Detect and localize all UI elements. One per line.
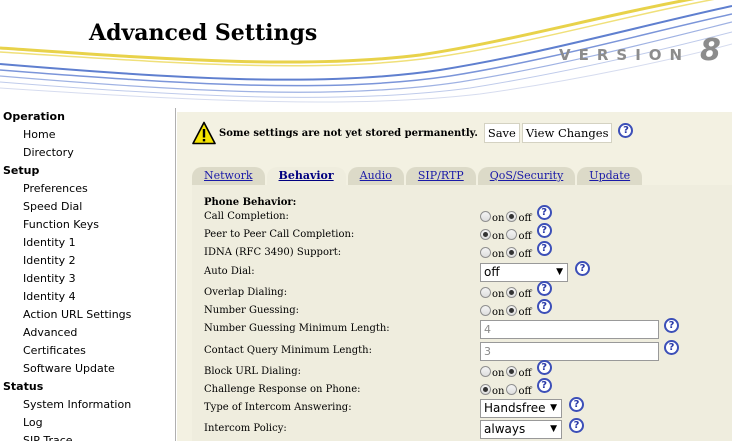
setting-row: IDNA (RFC 3490) Support: on off ?	[204, 241, 732, 263]
auto-dial-select[interactable]: off ▼	[480, 263, 568, 282]
setting-row: Number Guessing: on off ?	[204, 299, 732, 319]
tab-audio[interactable]: Audio	[347, 167, 404, 185]
nav-item-advanced[interactable]: Advanced	[0, 324, 175, 342]
contact-query-min-length-input[interactable]: 3	[480, 342, 659, 361]
nav-item-certificates[interactable]: Certificates	[0, 342, 175, 360]
setting-row: Type of Intercom Answering: Handsfree ▼ ?	[204, 397, 732, 419]
help-icon[interactable]: ?	[536, 205, 552, 220]
call-completion-on-radio[interactable]	[480, 211, 491, 222]
intercom-answering-select[interactable]: Handsfree ▼	[480, 399, 562, 418]
tab-network[interactable]: Network	[192, 167, 265, 185]
nav-item-identity-3[interactable]: Identity 3	[0, 270, 175, 288]
page-title: Advanced Settings	[89, 20, 318, 46]
view-changes-button[interactable]: View Changes	[521, 123, 613, 143]
setting-row: Auto Dial: off ▼ ?	[204, 261, 732, 283]
help-icon[interactable]: ?	[618, 122, 634, 138]
help-icon[interactable]: ?	[664, 340, 679, 355]
tab-qos-security[interactable]: QoS/Security	[477, 167, 576, 185]
version-label: VERSION	[559, 46, 691, 64]
help-icon[interactable]: ?	[536, 378, 552, 393]
header: Advanced Settings VERSION 8	[0, 0, 732, 105]
nav-item-software-update[interactable]: Software Update	[0, 360, 175, 378]
setting-label: Overlap Dialing:	[204, 287, 288, 298]
sidebar-nav: Operation Home Directory Setup Preferenc…	[0, 108, 176, 441]
help-icon[interactable]: ?	[575, 261, 590, 276]
idna-support-on-radio[interactable]	[480, 247, 491, 258]
intercom-policy-select[interactable]: always ▼	[480, 420, 562, 439]
unsaved-notice: Some settings are not yet stored permane…	[192, 120, 634, 146]
main-content: Some settings are not yet stored permane…	[177, 112, 732, 441]
setting-row: Challenge Response on Phone: on off ?	[204, 378, 732, 398]
setting-label: Number Guessing Minimum Length:	[204, 323, 390, 334]
behavior-panel: Phone Behavior: Call Completion: on off …	[192, 185, 732, 441]
setting-label: IDNA (RFC 3490) Support:	[204, 247, 342, 258]
nav-item-identity-2[interactable]: Identity 2	[0, 252, 175, 270]
nav-group-operation: Operation	[3, 110, 65, 123]
help-icon[interactable]: ?	[536, 223, 552, 238]
nav-item-system-information[interactable]: System Information	[0, 396, 175, 414]
nav-group-status: Status	[3, 380, 44, 393]
help-icon[interactable]: ?	[536, 360, 552, 375]
overlap-dialing-on-radio[interactable]	[480, 287, 491, 298]
help-icon[interactable]: ?	[569, 418, 584, 433]
help-icon[interactable]: ?	[664, 318, 679, 333]
setting-row: Intercom Policy: always ▼ ?	[204, 418, 732, 440]
setting-label: Number Guessing:	[204, 305, 299, 316]
warning-icon	[192, 121, 216, 145]
help-icon[interactable]: ?	[536, 299, 552, 314]
number-guessing-min-length-input[interactable]: 4	[480, 320, 659, 339]
idna-support-off-radio[interactable]	[506, 247, 518, 258]
tab-sip-rtp[interactable]: SIP/RTP	[405, 167, 476, 185]
setting-label: Block URL Dialing:	[204, 366, 301, 377]
chevron-down-icon: ▼	[550, 403, 557, 413]
setting-label: Contact Query Minimum Length:	[204, 345, 372, 356]
nav-item-directory[interactable]: Directory	[0, 144, 175, 162]
nav-item-sip-trace[interactable]: SIP Trace	[0, 432, 175, 441]
unsaved-notice-text: Some settings are not yet stored permane…	[219, 127, 478, 139]
challenge-response-off-radio[interactable]	[506, 384, 518, 395]
call-completion-off-radio[interactable]	[506, 211, 518, 222]
help-icon[interactable]: ?	[536, 281, 552, 296]
nav-group-setup: Setup	[3, 164, 40, 177]
nav-item-function-keys[interactable]: Function Keys	[0, 216, 175, 234]
setting-row: Number Guessing Minimum Length: 4 ?	[204, 318, 732, 341]
nav-item-home[interactable]: Home	[0, 126, 175, 144]
section-title: Phone Behavior:	[204, 197, 297, 208]
setting-label: Peer to Peer Call Completion:	[204, 229, 355, 240]
block-url-dialing-off-radio[interactable]	[506, 366, 518, 377]
setting-label: Intercom Policy:	[204, 423, 287, 434]
tab-update[interactable]: Update	[577, 167, 643, 185]
help-icon[interactable]: ?	[536, 241, 552, 256]
version-number: 8	[700, 33, 721, 68]
setting-row: Overlap Dialing: on off ?	[204, 281, 732, 301]
number-guessing-off-radio[interactable]	[506, 305, 518, 316]
nav-item-log[interactable]: Log	[0, 414, 175, 432]
nav-item-speed-dial[interactable]: Speed Dial	[0, 198, 175, 216]
setting-row: Contact Query Minimum Length: 3 ?	[204, 340, 732, 362]
chevron-down-icon: ▼	[550, 424, 557, 434]
settings-tabs: Network Behavior Audio SIP/RTP QoS/Secur…	[192, 167, 644, 185]
nav-item-action-url-settings[interactable]: Action URL Settings	[0, 306, 175, 324]
number-guessing-on-radio[interactable]	[480, 305, 491, 316]
block-url-dialing-on-radio[interactable]	[480, 366, 491, 377]
help-icon[interactable]: ?	[569, 397, 584, 412]
peer-call-completion-off-radio[interactable]	[506, 229, 518, 240]
setting-row: Call Completion: on off ?	[204, 205, 732, 227]
setting-label: Call Completion:	[204, 211, 289, 222]
save-button[interactable]: Save	[483, 123, 520, 143]
overlap-dialing-off-radio[interactable]	[506, 287, 518, 298]
nav-item-identity-1[interactable]: Identity 1	[0, 234, 175, 252]
chevron-down-icon: ▼	[556, 267, 563, 277]
setting-row: Peer to Peer Call Completion: on off ?	[204, 223, 732, 245]
nav-item-preferences[interactable]: Preferences	[0, 180, 175, 198]
setting-row: Block URL Dialing: on off ?	[204, 360, 732, 380]
setting-label: Type of Intercom Answering:	[204, 402, 352, 413]
challenge-response-on-radio[interactable]	[480, 384, 491, 395]
setting-label: Challenge Response on Phone:	[204, 384, 361, 395]
setting-label: Auto Dial:	[204, 266, 255, 277]
tab-behavior[interactable]: Behavior	[266, 167, 346, 185]
peer-call-completion-on-radio[interactable]	[480, 229, 491, 240]
nav-item-identity-4[interactable]: Identity 4	[0, 288, 175, 306]
